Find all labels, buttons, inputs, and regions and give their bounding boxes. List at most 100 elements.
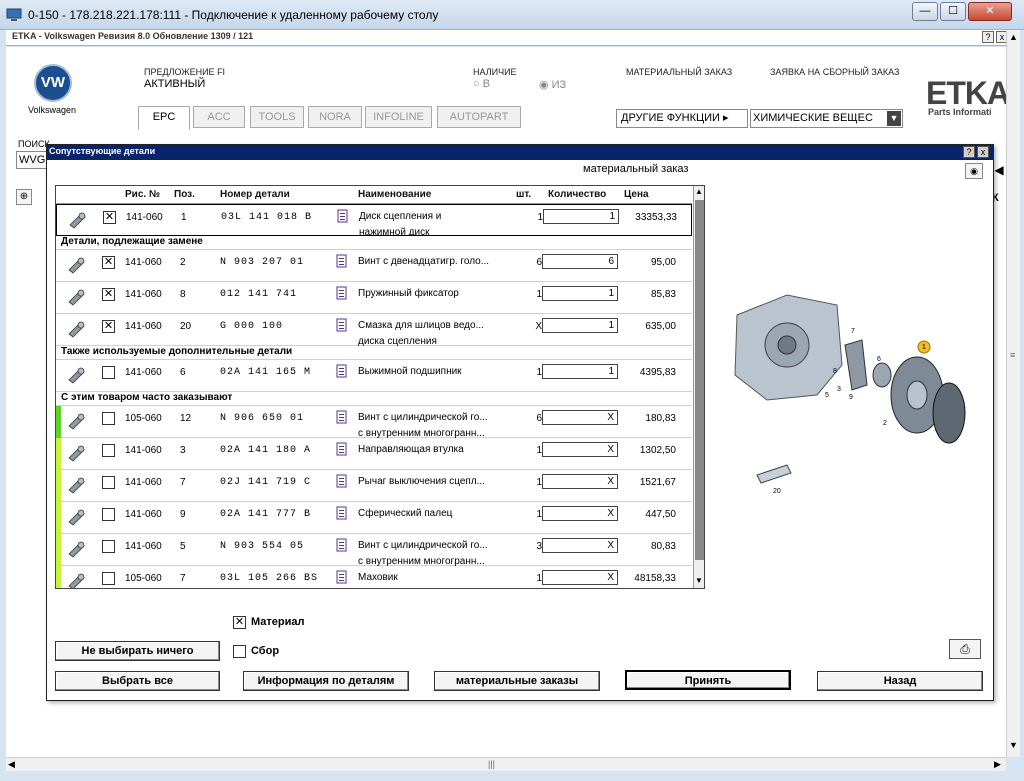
dialog-close-button[interactable]: x (977, 146, 989, 158)
table-row[interactable]: ✕ 141-060 1 03L 141 018 B Диск сцепления и на… (56, 204, 692, 238)
scroll-right-icon[interactable]: ▶ (994, 759, 1001, 770)
chevron-left-icon[interactable]: ◀ (992, 163, 1006, 185)
select-checkbox[interactable]: ✕ (102, 256, 115, 269)
tab-nora[interactable]: NORA (308, 106, 362, 128)
info-document-icon[interactable] (336, 570, 348, 584)
etka-help-button[interactable]: ? (982, 31, 994, 43)
select-checkbox[interactable] (102, 540, 115, 553)
assembly-order-link[interactable]: ЗАЯВКА НА СБОРНЫЙ ЗАКАЗ (770, 67, 899, 77)
quantity-input[interactable]: 1 (542, 364, 618, 379)
info-document-icon[interactable] (336, 364, 348, 378)
app-horizontal-scrollbar[interactable]: ◀ ||| ▶ (6, 757, 1006, 771)
quantity-input[interactable]: X (542, 474, 618, 489)
scroll-down-icon[interactable]: ▼ (695, 576, 703, 585)
select-checkbox[interactable] (102, 508, 115, 521)
table-row[interactable]: 141-060 3 02A 141 180 A Направляющая втулка… (56, 438, 692, 470)
info-document-icon[interactable] (336, 538, 348, 552)
part-thumbnail-icon[interactable] (66, 318, 88, 340)
part-info-button[interactable]: Информация по деталям (243, 671, 409, 691)
scroll-left-icon[interactable]: ◀ (8, 759, 15, 770)
availability-radio-iz[interactable]: ◉ ИЗ (539, 78, 566, 91)
material-checkbox[interactable]: ✕ (233, 616, 246, 629)
tab-infoline[interactable]: INFOLINE (365, 106, 432, 128)
select-all-button[interactable]: Выбрать все (55, 671, 220, 691)
scroll-thumb[interactable] (695, 200, 704, 560)
scroll-grip-icon[interactable]: ≡ (1010, 350, 1015, 360)
select-checkbox[interactable]: ✕ (103, 211, 116, 224)
select-checkbox[interactable] (102, 412, 115, 425)
table-scrollbar[interactable]: ▲ ▼ (693, 186, 704, 588)
info-document-icon[interactable] (336, 286, 348, 300)
table-row[interactable]: ✕ 141-060 2 N 903 207 01 Винт с двенадцатигр… (56, 250, 692, 282)
zoom-icon[interactable]: ⊕ (16, 189, 32, 205)
table-row[interactable]: 141-060 7 02J 141 719 C Рычаг выключения сц… (56, 470, 692, 502)
part-thumbnail-icon[interactable] (66, 538, 88, 560)
quantity-input[interactable]: 6 (542, 254, 618, 269)
info-document-icon[interactable] (336, 506, 348, 520)
accept-button[interactable]: Принять (625, 670, 791, 690)
select-checkbox[interactable]: ✕ (102, 288, 115, 301)
print-icon[interactable]: ⎙ (949, 639, 981, 659)
part-thumbnail-icon[interactable] (66, 506, 88, 528)
col-amount: Количество (548, 189, 607, 200)
info-document-icon[interactable] (336, 474, 348, 488)
tab-acc[interactable]: ACC (193, 106, 245, 128)
material-orders-button[interactable]: материальные заказы (434, 671, 600, 691)
table-row[interactable]: 105-060 7 03L 105 266 BS Маховик 1 X 48158,33 (56, 566, 692, 589)
part-thumbnail-icon[interactable] (66, 286, 88, 308)
availability-radio-b[interactable]: ○ В (473, 78, 490, 90)
table-row[interactable]: ✕ 141-060 20 G 000 100 Смазка для шлицов вед… (56, 314, 692, 347)
part-thumbnail-icon[interactable] (66, 474, 88, 496)
table-row[interactable]: 141-060 6 02A 141 165 M Выжимной подшипник 1… (56, 360, 692, 392)
tab-epc[interactable]: EPC (138, 106, 190, 130)
maximize-button[interactable]: ☐ (940, 2, 966, 21)
select-checkbox[interactable] (102, 444, 115, 457)
select-checkbox[interactable]: ✕ (102, 320, 115, 333)
scroll-down-icon[interactable]: ▼ (1009, 740, 1018, 750)
assembly-checkbox[interactable] (233, 645, 246, 658)
table-row[interactable]: 141-060 9 02A 141 777 B Сферический палец 1 X… (56, 502, 692, 534)
info-document-icon[interactable] (336, 318, 348, 332)
quantity-input[interactable]: 1 (542, 318, 618, 333)
other-functions-button[interactable]: ДРУГИЕ ФУНКЦИИ ▸ (616, 109, 748, 128)
chevron-down-icon[interactable]: ▼ (887, 111, 901, 126)
tab-autopart[interactable]: AUTOPART (437, 106, 521, 128)
back-button[interactable]: Назад (817, 671, 983, 691)
app-vertical-scrollbar[interactable]: ▲ ≡ ▼ (1006, 30, 1020, 757)
quantity-input[interactable]: X (542, 442, 618, 457)
quantity-input[interactable]: 1 (543, 209, 619, 224)
part-thumbnail-icon[interactable] (66, 364, 88, 386)
table-row[interactable]: ✕ 141-060 8 012 141 741 Пружинный фиксатор 1 1… (56, 282, 692, 314)
hide-view-icon[interactable]: ◉ (965, 163, 983, 179)
part-thumbnail-icon[interactable] (67, 209, 89, 231)
scroll-up-icon[interactable]: ▲ (1009, 32, 1018, 42)
close-button[interactable]: ✕ (968, 2, 1012, 21)
part-number: N 906 650 01 (220, 413, 305, 424)
chemicals-select[interactable]: ХИМИЧЕСКИЕ ВЕЩЕС ▼ (750, 109, 903, 128)
quantity-input[interactable]: X (542, 410, 618, 425)
quantity-input[interactable]: 1 (542, 286, 618, 301)
quantity-input[interactable]: X (542, 570, 618, 585)
info-document-icon[interactable] (336, 410, 348, 424)
select-checkbox[interactable] (102, 366, 115, 379)
part-thumbnail-icon[interactable] (66, 442, 88, 464)
select-none-button[interactable]: Не выбирать ничего (55, 641, 220, 661)
quantity-input[interactable]: X (542, 538, 618, 553)
select-checkbox[interactable] (102, 572, 115, 585)
scroll-grip-icon[interactable]: ||| (488, 759, 495, 769)
part-thumbnail-icon[interactable] (66, 410, 88, 432)
quantity-input[interactable]: X (542, 506, 618, 521)
scroll-up-icon[interactable]: ▲ (695, 187, 703, 196)
info-document-icon[interactable] (336, 254, 348, 268)
part-thumbnail-icon[interactable] (66, 254, 88, 276)
minimize-button[interactable]: — (912, 2, 938, 21)
dialog-help-button[interactable]: ? (963, 146, 975, 158)
table-row[interactable]: 141-060 5 N 903 554 05 Винт с цилиндрическо… (56, 534, 692, 567)
tab-tools[interactable]: TOOLS (250, 106, 304, 128)
material-order-link[interactable]: МАТЕРИАЛЬНЫЙ ЗАКАЗ (626, 67, 732, 77)
select-checkbox[interactable] (102, 476, 115, 489)
table-row[interactable]: 105-060 12 N 906 650 01 Винт с цилиндрическ… (56, 406, 692, 439)
part-thumbnail-icon[interactable] (66, 570, 88, 589)
info-document-icon[interactable] (336, 442, 348, 456)
info-document-icon[interactable] (337, 209, 349, 223)
